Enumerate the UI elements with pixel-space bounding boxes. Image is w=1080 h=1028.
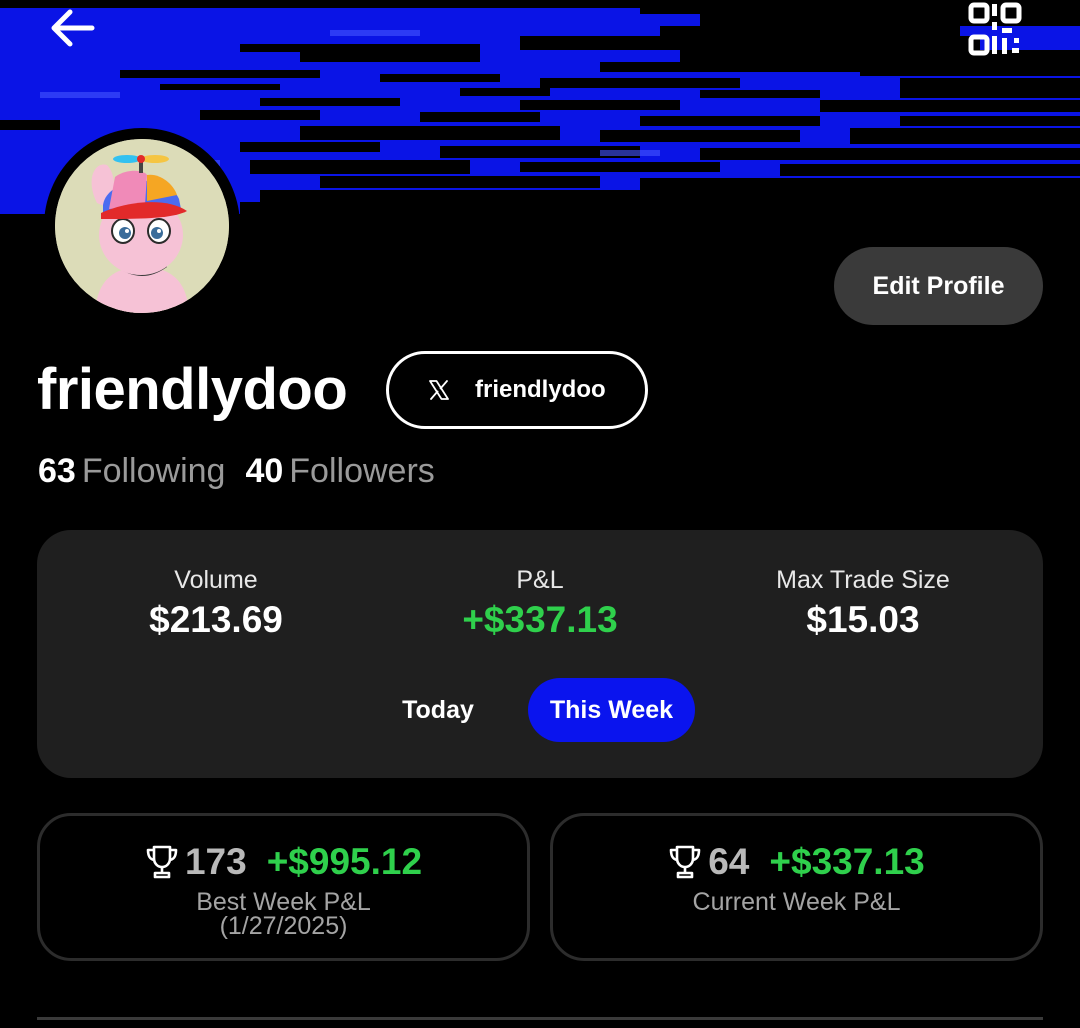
best-week-date: (1/27/2025) — [219, 912, 348, 940]
qr-code-icon — [968, 2, 1022, 56]
trophy-icon — [669, 845, 701, 879]
x-account-link[interactable]: friendlydoo — [386, 351, 648, 429]
x-handle: friendlydoo — [475, 376, 606, 403]
arrow-left-icon — [51, 9, 95, 47]
avatar-image — [55, 139, 229, 313]
followers-label: Followers — [289, 452, 435, 490]
following-label: Following — [81, 452, 226, 490]
volume-stat: Volume $213.69 — [66, 564, 366, 644]
current-week-pnl: +$337.13 — [769, 841, 925, 882]
best-week-label: Best Week P&L — [196, 888, 371, 916]
max-trade-size-stat: Max Trade Size $15.03 — [713, 564, 1013, 644]
avatar[interactable] — [55, 139, 229, 313]
best-week-pnl: +$995.12 — [266, 841, 423, 882]
volume-label: Volume — [174, 566, 258, 594]
username: friendlydoo — [37, 357, 348, 422]
pnl-label: P&L — [516, 566, 564, 594]
best-week-rank: 173 — [184, 841, 247, 882]
followers-count: 40 — [245, 452, 284, 490]
trophy-icon — [146, 845, 178, 879]
tab-this-week[interactable]: This Week — [528, 678, 695, 742]
profile-screen: Edit Profile friendlydoo friendlydoo 63 … — [0, 0, 1080, 1028]
max-trade-size-label: Max Trade Size — [776, 566, 950, 594]
trading-stats-card: Volume $213.69 P&L +$337.13 Max Trade Si… — [37, 530, 1043, 778]
qr-code-button[interactable] — [968, 2, 1034, 64]
max-trade-size-value: $15.03 — [806, 599, 920, 640]
x-logo-icon — [429, 380, 449, 400]
current-week-label: Current Week P&L — [692, 888, 901, 916]
followers-link[interactable]: 40 Followers — [245, 448, 434, 494]
best-week-card[interactable]: 173 +$995.12 Best Week P&L (1/27/2025) — [37, 813, 530, 961]
follow-counts: 63 Following 40 Followers — [38, 448, 435, 494]
avatar-frame — [44, 128, 240, 324]
current-week-rank: 64 — [708, 841, 750, 882]
pnl-stat: P&L +$337.13 — [390, 564, 690, 644]
back-button[interactable] — [48, 8, 108, 62]
following-count: 63 — [38, 452, 76, 490]
current-week-card[interactable]: 64 +$337.13 Current Week P&L — [550, 813, 1043, 961]
section-divider — [37, 1017, 1043, 1020]
pnl-value: +$337.13 — [462, 599, 618, 640]
following-link[interactable]: 63 Following — [38, 448, 225, 494]
volume-value: $213.69 — [149, 599, 283, 640]
tab-today[interactable]: Today — [389, 678, 487, 742]
edit-profile-button[interactable]: Edit Profile — [834, 247, 1043, 325]
